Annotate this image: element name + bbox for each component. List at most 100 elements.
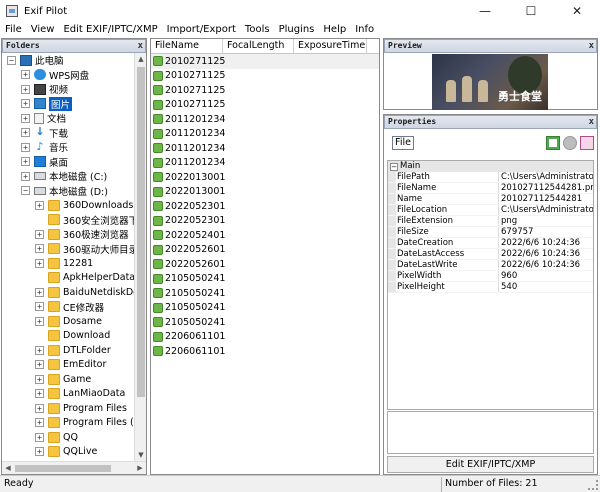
minimize-button[interactable]: —	[462, 0, 508, 22]
file-button[interactable]: File	[392, 136, 414, 150]
tree-item[interactable]: + Program Files (x86)	[2, 416, 134, 431]
scroll-down-icon[interactable]: ▼	[135, 449, 146, 461]
expand-icon[interactable]: +	[35, 432, 44, 442]
expand-icon[interactable]: +	[35, 302, 44, 312]
tree-item[interactable]: + 桌面	[2, 155, 134, 170]
preview-close-icon[interactable]: x	[589, 40, 594, 52]
property-row[interactable]: DateLastAccess 2022/6/6 10:24:36	[388, 249, 593, 260]
menu-tools[interactable]: Tools	[240, 22, 274, 38]
tree-item[interactable]: + ↓ 下载	[2, 126, 134, 141]
column-focallength[interactable]: FocalLength	[223, 39, 294, 53]
tree-item[interactable]: + Program Files	[2, 401, 134, 416]
menu-plugins[interactable]: Plugins	[274, 22, 319, 38]
expand-icon[interactable]	[35, 273, 44, 282]
expand-icon[interactable]	[35, 215, 44, 224]
expand-icon[interactable]: +	[21, 128, 30, 138]
property-row[interactable]: Name 201027112544281	[388, 194, 593, 205]
file-row[interactable]: 2105050241001	[151, 272, 379, 287]
edit-exif-button[interactable]: Edit EXIF/IPTC/XMP	[387, 456, 594, 473]
file-row[interactable]: 2022052401001	[151, 228, 379, 243]
expand-icon[interactable]: +	[35, 447, 44, 457]
tree-item[interactable]: + QQ	[2, 430, 134, 445]
tree-item[interactable]: + Game	[2, 372, 134, 387]
file-row[interactable]: 2010271125443	[151, 69, 379, 84]
property-row[interactable]: FilePathC:\Users\Administrator\P...	[388, 172, 593, 183]
property-row[interactable]: FileLocationC:\Users\Administrator\P...	[388, 205, 593, 216]
expand-icon[interactable]: +	[35, 374, 44, 384]
expand-icon[interactable]: +	[35, 244, 44, 254]
menu-info[interactable]: Info	[350, 22, 378, 38]
file-row[interactable]: 2010271125442	[151, 54, 379, 69]
property-value[interactable]: 679757	[499, 227, 593, 237]
column-exposuretime[interactable]: ExposureTime	[294, 39, 367, 53]
collapse-icon[interactable]: −	[7, 55, 16, 65]
file-row[interactable]: 2022052301001	[151, 199, 379, 214]
expand-icon[interactable]: +	[35, 229, 44, 239]
menu-help[interactable]: Help	[318, 22, 350, 38]
file-row[interactable]: 2105050241002	[151, 286, 379, 301]
tree-item[interactable]: − 本地磁盘 (D:)	[2, 184, 134, 199]
property-row[interactable]: FileExtension png	[388, 216, 593, 227]
tree-item[interactable]: + WPS网盘	[2, 68, 134, 83]
tree-item[interactable]: + 视频	[2, 82, 134, 97]
menu-import-export[interactable]: Import/Export	[162, 22, 240, 38]
expand-icon[interactable]: +	[21, 157, 30, 167]
property-row[interactable]: PixelHeight 540	[388, 282, 593, 293]
file-row[interactable]: 2010271125445	[151, 98, 379, 113]
tree-item[interactable]: + EmEditor	[2, 358, 134, 373]
property-row[interactable]: DateCreation 2022/6/6 10:24:36	[388, 238, 593, 249]
file-row[interactable]: 2011201234561	[151, 112, 379, 127]
tree-item[interactable]: − 此电脑	[2, 53, 134, 68]
folders-scroll-thumb[interactable]	[137, 67, 145, 397]
property-row[interactable]: FileSize 679757	[388, 227, 593, 238]
property-value[interactable]: C:\Users\Administrator\P...	[499, 172, 593, 182]
expand-icon[interactable]: +	[21, 142, 30, 152]
tree-item[interactable]: + BaiduNetdiskDownload	[2, 285, 134, 300]
collapse-icon[interactable]: −	[390, 162, 398, 171]
tree-item[interactable]: ApkHelperData	[2, 271, 134, 286]
maximize-button[interactable]: ☐	[508, 0, 554, 22]
sort-icon[interactable]	[563, 136, 577, 150]
expand-icon[interactable]: +	[35, 316, 44, 326]
grid-view-icon[interactable]	[546, 136, 560, 150]
pages-icon[interactable]	[580, 136, 594, 150]
file-row[interactable]: 2022052601002	[151, 257, 379, 272]
expand-icon[interactable]: +	[35, 403, 44, 413]
folders-vertical-scrollbar[interactable]: ▲ ▼	[134, 53, 146, 461]
expand-icon[interactable]: +	[35, 287, 44, 297]
scroll-right-icon[interactable]: ▶	[134, 462, 146, 474]
tree-item[interactable]: +360Downloads	[2, 198, 134, 213]
folders-close-icon[interactable]: x	[138, 40, 143, 52]
expand-icon[interactable]: +	[21, 70, 30, 80]
file-row[interactable]: 2011201234563	[151, 141, 379, 156]
tree-item[interactable]: 360安全浏览器下载	[2, 213, 134, 228]
property-value[interactable]: 2022/6/6 10:24:36	[499, 260, 593, 270]
property-row[interactable]: DateLastWrite 2022/6/6 10:24:36	[388, 260, 593, 271]
expand-icon[interactable]: +	[35, 200, 44, 210]
menu-edit-exif[interactable]: Edit EXIF/IPTC/XMP	[58, 22, 161, 38]
expand-icon[interactable]: +	[21, 171, 30, 181]
collapse-icon[interactable]: −	[21, 186, 30, 196]
expand-icon[interactable]: +	[35, 389, 44, 399]
tree-item[interactable]: + DTLFolder	[2, 343, 134, 358]
expand-icon[interactable]: +	[21, 99, 30, 109]
file-row[interactable]: 2022052601001	[151, 243, 379, 258]
file-row[interactable]: 2011201234562	[151, 127, 379, 142]
properties-close-icon[interactable]: x	[589, 116, 594, 128]
menu-view[interactable]: View	[26, 22, 59, 38]
tree-item[interactable]: + 图片	[2, 96, 134, 112]
expand-icon[interactable]: +	[35, 258, 44, 268]
file-row[interactable]: 2105050241004	[151, 315, 379, 330]
scroll-left-icon[interactable]: ◀	[2, 462, 14, 474]
tree-item[interactable]: + QQLive	[2, 445, 134, 460]
file-row[interactable]: 2010271125444	[151, 83, 379, 98]
expand-icon[interactable]: +	[21, 84, 30, 94]
close-button[interactable]: ✕	[554, 0, 600, 22]
expand-icon[interactable]: +	[35, 345, 44, 355]
expand-icon[interactable]: +	[35, 360, 44, 370]
property-value[interactable]: 201027112544281	[499, 194, 593, 204]
tree-item[interactable]: + CE修改器	[2, 300, 134, 315]
category-main[interactable]: − Main	[388, 161, 593, 172]
property-value[interactable]: 540	[499, 282, 593, 292]
expand-icon[interactable]	[35, 331, 44, 340]
